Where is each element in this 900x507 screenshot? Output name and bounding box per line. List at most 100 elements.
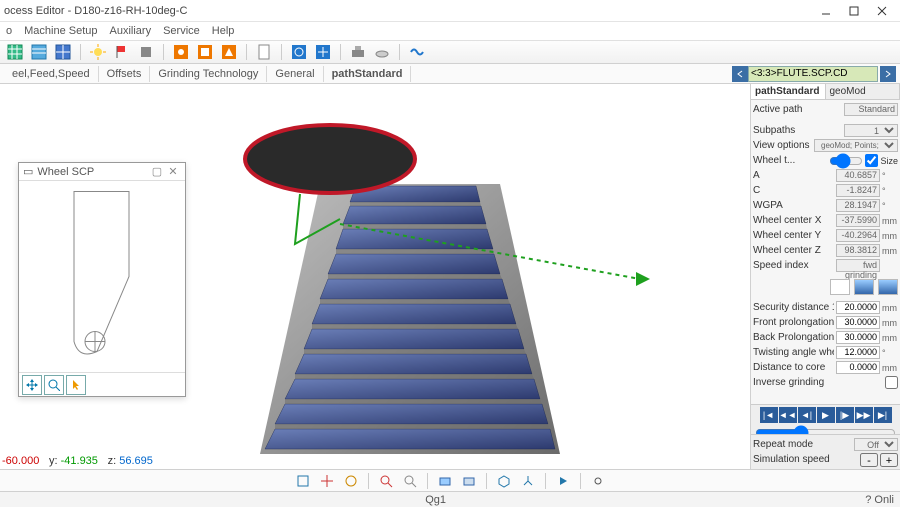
close-button[interactable] [868,2,896,20]
menu-item[interactable]: o [6,25,12,37]
pb-play-icon[interactable]: ▶ [817,407,835,423]
wheel-btn-2[interactable] [854,279,874,295]
sim-speed-minus[interactable]: - [860,453,878,467]
param-unit: ° [882,348,898,358]
param-value: fwd grinding [836,259,880,272]
status-center: Qg1 [6,494,865,506]
breadcrumb-item[interactable]: Offsets [99,66,151,82]
sim-speed-plus[interactable]: + [880,453,898,467]
pb-rew-icon[interactable]: ◄◄ [779,407,797,423]
close-icon[interactable]: ✕ [165,165,181,178]
pb-stepfwd-icon[interactable]: |▶ [836,407,854,423]
menu-item[interactable]: Help [212,25,235,37]
vp-iso-icon[interactable] [493,472,515,490]
param-label: A [753,170,834,181]
param-label: Front prolongation [753,317,834,328]
grid2-icon[interactable] [52,42,74,62]
vp-cube-icon[interactable] [292,472,314,490]
param-label: Wheel center Y [753,230,834,241]
vp-view1-icon[interactable] [434,472,456,490]
breadcrumb-item-active[interactable]: pathStandard [324,66,412,82]
vp-view2-icon[interactable] [458,472,480,490]
restore-icon[interactable]: ▢ [149,165,165,178]
move-icon[interactable] [312,42,334,62]
param-unit: mm [882,231,898,241]
op-next-button[interactable] [880,66,896,82]
view-options-select[interactable]: geoMod; Points; Wheel SCP [814,139,898,152]
param-unit: mm [882,303,898,313]
rotate-icon[interactable] [288,42,310,62]
layer1-icon[interactable] [170,42,192,62]
zoom-icon[interactable] [44,375,64,395]
param-value: 28.1947 [836,199,880,212]
menu-item[interactable]: Machine Setup [24,25,97,37]
breadcrumb-item[interactable]: General [267,66,323,82]
wheel-scp-titlebar[interactable]: ▭ Wheel SCP ▢ ✕ [19,163,185,181]
breadcrumb-item[interactable]: Grinding Technology [150,66,267,82]
wheel-t-check[interactable] [865,154,878,167]
pb-last-icon[interactable]: ▶| [874,407,892,423]
operation-selector[interactable] [748,66,878,82]
wheel-scp-canvas[interactable] [19,181,185,372]
table-icon[interactable] [28,42,50,62]
param-value: 40.6857 [836,169,880,182]
machine-icon[interactable] [347,42,369,62]
vp-xyz-icon[interactable] [517,472,539,490]
breadcrumb-bar: eel,Feed,Speed Offsets Grinding Technolo… [0,64,900,84]
sun-icon[interactable] [87,42,109,62]
wheel-scp-window[interactable]: ▭ Wheel SCP ▢ ✕ [18,162,186,397]
menu-item[interactable]: Service [163,25,200,37]
param-label: Security distance 1 [753,302,834,313]
param-value[interactable]: 12.0000 [836,346,880,359]
param-label: Speed index [753,260,834,271]
param-label: Twisting angle wheel [753,347,834,358]
title-bar: ocess Editor - D180-z16-RH-10deg-C [0,0,900,22]
main-toolbar [0,40,900,64]
repeat-mode-select[interactable]: Off [854,438,898,451]
param-value: -37.5990 [836,214,880,227]
vp-zoomwin-icon[interactable] [399,472,421,490]
sim-speed-label: Simulation speed [753,454,858,465]
tab-pathstandard[interactable]: pathStandard [751,84,826,99]
maximize-button[interactable] [840,2,868,20]
minimize-button[interactable] [812,2,840,20]
menu-bar: o Machine Setup Auxiliary Service Help [0,22,900,40]
coord-z: 56.695 [119,455,153,467]
wheel-btn-3[interactable] [878,279,898,295]
doc-icon[interactable] [253,42,275,62]
param-value[interactable]: 0.0000 [836,361,880,374]
vp-orbit-icon[interactable] [340,472,362,490]
vp-settings-icon[interactable] [587,472,609,490]
active-path-label: Active path [753,104,842,115]
vp-zoomfit-icon[interactable] [375,472,397,490]
vp-play-icon[interactable] [552,472,574,490]
vp-pan-icon[interactable] [316,472,338,490]
breadcrumb-item[interactable]: eel,Feed,Speed [4,66,99,82]
subpaths-select[interactable]: 1 [844,124,898,137]
probe-icon[interactable] [371,42,393,62]
layer3-icon[interactable] [218,42,240,62]
wheel-t-slider[interactable] [829,153,863,169]
op-prev-button[interactable] [732,66,748,82]
param-value[interactable]: 30.0000 [836,331,880,344]
pb-first-icon[interactable]: |◄ [760,407,778,423]
flag-icon[interactable] [111,42,133,62]
3d-viewport[interactable]: ▭ Wheel SCP ▢ ✕ -60.000 [0,84,750,469]
menu-item[interactable]: Auxiliary [110,25,152,37]
param-checkbox[interactable] [885,376,898,389]
param-value[interactable]: 20.0000 [836,301,880,314]
pb-stepback-icon[interactable]: ◄| [798,407,816,423]
box-icon: ▭ [23,165,33,178]
tab-geomod[interactable]: geoMod [826,84,900,99]
pb-ffwd-icon[interactable]: ▶▶ [855,407,873,423]
pointer-icon[interactable] [66,375,86,395]
pan-icon[interactable] [22,375,42,395]
wheel-btn-1[interactable] [830,279,850,295]
tool-icon[interactable] [135,42,157,62]
param-value[interactable]: 30.0000 [836,316,880,329]
grid-icon[interactable] [4,42,26,62]
wave-icon[interactable] [406,42,428,62]
properties-panel: pathStandard geoMod Active pathStandard … [750,84,900,469]
param-unit: ° [882,186,898,196]
layer2-icon[interactable] [194,42,216,62]
